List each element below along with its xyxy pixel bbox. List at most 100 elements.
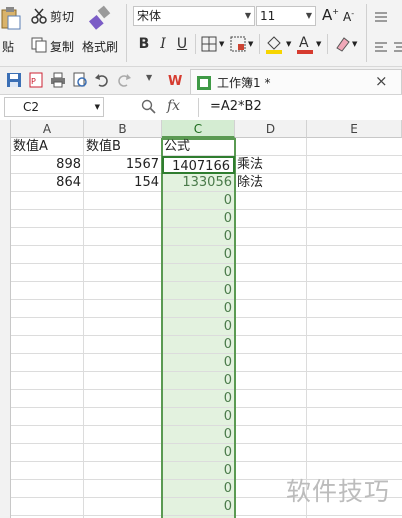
- cell-b15[interactable]: [84, 390, 162, 408]
- print-preview-icon[interactable]: [72, 72, 88, 88]
- cell-b5[interactable]: [84, 210, 162, 228]
- cell-c3[interactable]: 133056: [162, 174, 235, 192]
- cell-c13[interactable]: 0: [162, 354, 235, 372]
- close-icon[interactable]: ×: [375, 72, 388, 90]
- paste-icon[interactable]: [0, 4, 22, 30]
- cell-c12[interactable]: 0: [162, 336, 235, 354]
- underline-button[interactable]: U: [175, 35, 189, 53]
- cell-a18[interactable]: [11, 444, 84, 462]
- font-size-select[interactable]: 11 ▼: [256, 6, 316, 26]
- cell-d15[interactable]: [235, 390, 307, 408]
- copy-icon[interactable]: [31, 37, 47, 53]
- cell-b1[interactable]: 数值B: [84, 138, 162, 156]
- cell-d16[interactable]: [235, 408, 307, 426]
- cell-a2[interactable]: 898: [11, 156, 84, 174]
- cell-c16[interactable]: 0: [162, 408, 235, 426]
- cell-d17[interactable]: [235, 426, 307, 444]
- format-painter-button[interactable]: 格式刷: [82, 38, 118, 55]
- shrink-font-button[interactable]: A-: [343, 9, 354, 24]
- cell-b4[interactable]: [84, 192, 162, 210]
- cell-c8[interactable]: 0: [162, 264, 235, 282]
- column-header-c[interactable]: C: [162, 120, 235, 138]
- cell-b10[interactable]: [84, 300, 162, 318]
- customize-toolbar-icon[interactable]: ▼: [146, 73, 152, 82]
- cell-d14[interactable]: [235, 372, 307, 390]
- cell-a8[interactable]: [11, 264, 84, 282]
- export-pdf-icon[interactable]: P: [28, 72, 44, 88]
- cell-a10[interactable]: [11, 300, 84, 318]
- cell-b3[interactable]: 154: [84, 174, 162, 192]
- cell-d9[interactable]: [235, 282, 307, 300]
- cell-c6[interactable]: 0: [162, 228, 235, 246]
- corner-select-all[interactable]: [0, 120, 11, 138]
- cell-d18[interactable]: [235, 444, 307, 462]
- cell-b21[interactable]: [84, 498, 162, 516]
- cell-c14[interactable]: 0: [162, 372, 235, 390]
- cell-c7[interactable]: 0: [162, 246, 235, 264]
- border-icon[interactable]: [201, 36, 217, 52]
- cell-b7[interactable]: [84, 246, 162, 264]
- cell-d12[interactable]: [235, 336, 307, 354]
- cell-b14[interactable]: [84, 372, 162, 390]
- cell-a6[interactable]: [11, 228, 84, 246]
- cell-d7[interactable]: [235, 246, 307, 264]
- cell-b11[interactable]: [84, 318, 162, 336]
- insert-function-button[interactable]: fx: [167, 98, 180, 114]
- cell-a11[interactable]: [11, 318, 84, 336]
- cell-b13[interactable]: [84, 354, 162, 372]
- cell-c2[interactable]: 1407166: [162, 156, 235, 174]
- cell-a1[interactable]: 数值A: [11, 138, 84, 156]
- cell-c4[interactable]: 0: [162, 192, 235, 210]
- chevron-down-icon[interactable]: ▼: [248, 40, 253, 48]
- formula-input[interactable]: =A2*B2: [210, 99, 262, 114]
- chevron-down-icon[interactable]: ▼: [286, 40, 291, 48]
- cell-a19[interactable]: [11, 462, 84, 480]
- column-header-d[interactable]: D: [235, 120, 307, 138]
- cell-a5[interactable]: [11, 210, 84, 228]
- cell-d6[interactable]: [235, 228, 307, 246]
- cell-c21[interactable]: 0: [162, 498, 235, 516]
- cell-a16[interactable]: [11, 408, 84, 426]
- copy-button[interactable]: 复制: [50, 38, 74, 55]
- cell-d13[interactable]: [235, 354, 307, 372]
- cell-b9[interactable]: [84, 282, 162, 300]
- cell-a13[interactable]: [11, 354, 84, 372]
- cell-c1[interactable]: 公式: [162, 138, 235, 156]
- cell-a7[interactable]: [11, 246, 84, 264]
- align-left-icon[interactable]: [374, 38, 388, 52]
- cell-c18[interactable]: 0: [162, 444, 235, 462]
- cell-b6[interactable]: [84, 228, 162, 246]
- fill-color-icon[interactable]: [265, 34, 283, 54]
- cell-d1[interactable]: [235, 138, 307, 156]
- row-header-strip[interactable]: [0, 138, 11, 518]
- cell-b17[interactable]: [84, 426, 162, 444]
- cell-b18[interactable]: [84, 444, 162, 462]
- cell-c5[interactable]: 0: [162, 210, 235, 228]
- chevron-down-icon[interactable]: ▼: [316, 40, 321, 48]
- cell-a14[interactable]: [11, 372, 84, 390]
- cell-d10[interactable]: [235, 300, 307, 318]
- cell-b2[interactable]: 1567: [84, 156, 162, 174]
- cell-c17[interactable]: 0: [162, 426, 235, 444]
- tab-workbook[interactable]: 工作簿1 * ×: [190, 69, 402, 94]
- cell-d4[interactable]: [235, 192, 307, 210]
- clear-format-icon[interactable]: [333, 34, 351, 54]
- cell-c11[interactable]: 0: [162, 318, 235, 336]
- zoom-icon[interactable]: [141, 99, 157, 115]
- font-color-icon[interactable]: A: [297, 34, 313, 54]
- column-header-e[interactable]: E: [307, 120, 402, 138]
- font-name-select[interactable]: 宋体 ▼: [133, 6, 255, 26]
- cell-d5[interactable]: [235, 210, 307, 228]
- cell-d8[interactable]: [235, 264, 307, 282]
- cell-c19[interactable]: 0: [162, 462, 235, 480]
- align-top-icon[interactable]: [374, 8, 388, 22]
- align-center-icon[interactable]: [394, 38, 402, 52]
- chevron-down-icon[interactable]: ▼: [352, 40, 357, 48]
- paste-button[interactable]: 贴: [2, 38, 14, 55]
- cell-a15[interactable]: [11, 390, 84, 408]
- cell-d2[interactable]: 乘法: [235, 156, 307, 174]
- name-box[interactable]: C2 ▼: [4, 97, 104, 117]
- cut-button[interactable]: 剪切: [50, 8, 74, 25]
- grow-font-button[interactable]: A+: [322, 6, 339, 24]
- cell-c10[interactable]: 0: [162, 300, 235, 318]
